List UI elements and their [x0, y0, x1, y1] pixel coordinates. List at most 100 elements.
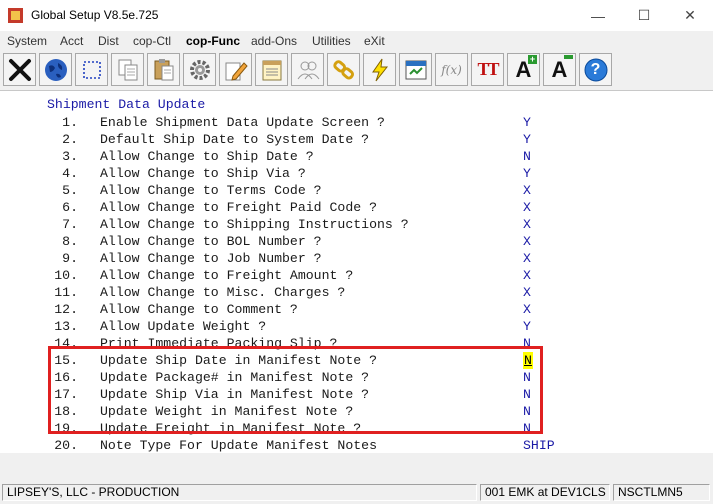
setting-label: Enable Shipment Data Update Screen ? [100, 115, 385, 130]
tb-paste-button[interactable] [147, 53, 180, 86]
users-icon [297, 61, 319, 79]
setting-number: 2. [62, 132, 78, 147]
lightning-icon [371, 58, 388, 81]
setting-row: 9. Allow Change to Job Number ? X [0, 250, 713, 267]
status-bar: LIPSEY'S, LLC - PRODUCTION 001 EMK at DE… [0, 481, 713, 504]
setting-value[interactable]: X [523, 267, 531, 284]
tb-font-increase-button[interactable]: A + [507, 53, 540, 86]
menu-acct[interactable]: Acct [60, 34, 83, 48]
tb-link-button[interactable] [327, 53, 360, 86]
setting-number: 12. [54, 302, 78, 317]
setting-value[interactable]: SHIP [523, 437, 555, 454]
blank-area [0, 453, 713, 481]
menu-utilities[interactable]: Utilities [312, 34, 351, 48]
setting-row: 11. Allow Change to Misc. Charges ? X [0, 284, 713, 301]
font-icon: TT [477, 59, 499, 79]
status-company: LIPSEY'S, LLC - PRODUCTION [2, 484, 477, 501]
menu-add-ons[interactable]: add-Ons [251, 34, 297, 48]
setting-label: Allow Change to Freight Amount ? [100, 268, 354, 283]
notes-icon [262, 60, 281, 80]
setting-label: Allow Change to Terms Code ? [100, 183, 322, 198]
tb-select-button[interactable] [75, 53, 108, 86]
tb-lightning-button[interactable] [363, 53, 396, 86]
setting-value[interactable]: N [523, 148, 531, 165]
maximize-icon: ☐ [637, 7, 651, 23]
settings-icon [189, 59, 210, 80]
setting-value[interactable]: X [523, 199, 531, 216]
setting-row: 8. Allow Change to BOL Number ? X [0, 233, 713, 250]
tb-help-button[interactable]: ? [579, 53, 612, 86]
tb-copy-button[interactable] [111, 53, 144, 86]
plus-badge: + [528, 54, 537, 64]
setting-row: 10. Allow Change to Freight Amount ? X [0, 267, 713, 284]
setting-value[interactable]: Y [523, 131, 531, 148]
screen-heading: Shipment Data Update [47, 97, 206, 112]
setting-number: 4. [62, 166, 78, 181]
setting-value[interactable]: X [523, 284, 531, 301]
setting-number: 13. [54, 319, 78, 334]
font-decrease-icon: A [551, 56, 568, 82]
status-program: NSCTLMN5 [613, 484, 710, 501]
setting-label: Allow Update Weight ? [100, 319, 267, 334]
setting-label: Default Ship Date to System Date ? [100, 132, 370, 147]
tb-users-button[interactable] [291, 53, 324, 86]
minimize-button[interactable]: — [575, 0, 621, 31]
menu-system[interactable]: System [7, 34, 47, 48]
setting-value[interactable]: X [523, 250, 531, 267]
setting-label: Allow Change to BOL Number ? [100, 234, 322, 249]
tb-notes-button[interactable] [255, 53, 288, 86]
menu-bar: System Acct Dist cop-Ctl cop-Func add-On… [0, 31, 713, 51]
menu-exit[interactable]: eXit [364, 34, 385, 48]
setting-number: 5. [62, 183, 78, 198]
setting-value[interactable]: Y [523, 165, 531, 182]
setting-value[interactable]: X [523, 233, 531, 250]
setting-value[interactable]: X [523, 301, 531, 318]
setting-label: Allow Change to Misc. Charges ? [100, 285, 346, 300]
minus-badge [564, 55, 573, 59]
calendar-icon [405, 60, 426, 79]
tb-font-button[interactable]: TT [471, 53, 504, 86]
tb-font-decrease-button[interactable]: A [543, 53, 576, 86]
menu-dist[interactable]: Dist [98, 34, 119, 48]
setting-row: 1. Enable Shipment Data Update Screen ? Y [0, 114, 713, 131]
setting-row: 5. Allow Change to Terms Code ? X [0, 182, 713, 199]
setting-value[interactable]: Y [523, 318, 531, 335]
minimize-icon: — [591, 7, 605, 24]
toolbar: f(x) TT A + A ? [0, 51, 713, 91]
edit-icon [225, 61, 248, 81]
menu-cop-func[interactable]: cop-Func [186, 34, 240, 48]
globe-icon [44, 58, 67, 81]
setting-row: 4. Allow Change to Ship Via ? Y [0, 165, 713, 182]
tb-edit-button[interactable] [219, 53, 252, 86]
setting-row: 20. Note Type For Update Manifest Notes SH… [0, 437, 713, 454]
annotation-box [48, 346, 543, 434]
setting-value[interactable]: Y [523, 114, 531, 131]
setting-number: 3. [62, 149, 78, 164]
setting-value[interactable]: X [523, 182, 531, 199]
tb-exit-button[interactable] [3, 53, 36, 86]
setting-number: 8. [62, 234, 78, 249]
maximize-button[interactable]: ☐ [621, 0, 667, 31]
setting-label: Allow Change to Shipping Instructions ? [100, 217, 409, 232]
setting-row: 6. Allow Change to Freight Paid Code ? X [0, 199, 713, 216]
tb-function-button[interactable]: f(x) [435, 53, 468, 86]
link-icon [332, 59, 354, 80]
close-button[interactable]: ✕ [667, 0, 713, 31]
setting-number: 9. [62, 251, 78, 266]
setting-number: 7. [62, 217, 78, 232]
setting-number: 1. [62, 115, 78, 130]
setting-row: 2. Default Ship Date to System Date ? Y [0, 131, 713, 148]
select-icon [82, 60, 101, 79]
setting-value[interactable]: X [523, 216, 531, 233]
screen-content: Shipment Data Update 1. Enable Shipment D… [0, 91, 713, 453]
setting-label: Allow Change to Job Number ? [100, 251, 322, 266]
setting-number: 11. [54, 285, 78, 300]
tb-globe-button[interactable] [39, 53, 72, 86]
setting-label: Allow Change to Freight Paid Code ? [100, 200, 377, 215]
setting-label: Allow Change to Ship Via ? [100, 166, 306, 181]
setting-number: 20. [54, 438, 78, 453]
setting-row: 3. Allow Change to Ship Date ? N [0, 148, 713, 165]
menu-cop-ctl[interactable]: cop-Ctl [133, 34, 171, 48]
tb-calendar-button[interactable] [399, 53, 432, 86]
tb-settings-button[interactable] [183, 53, 216, 86]
